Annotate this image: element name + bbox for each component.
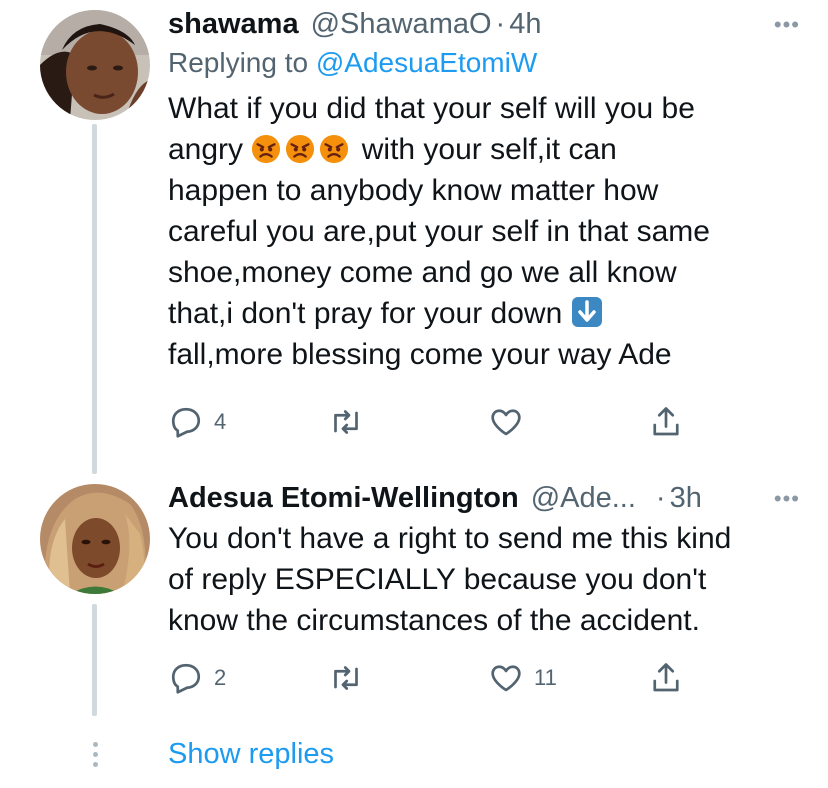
tweet-line: What if you did that your self will you … [168, 92, 695, 125]
replying-prefix: Replying to [168, 47, 309, 78]
separator: · [495, 8, 506, 40]
retweet-button[interactable] [328, 660, 364, 696]
share-icon [648, 404, 684, 440]
tweet-line: shoe,money come and go we all know [168, 256, 677, 289]
reply-icon [168, 404, 204, 440]
separator: · [655, 482, 666, 514]
thread-line [92, 604, 97, 716]
avatar[interactable] [40, 484, 150, 594]
author-name[interactable]: shawama [168, 6, 299, 42]
author-handle[interactable]: @ShawamaO [311, 6, 492, 42]
thread-line [92, 124, 97, 474]
tweet-line: careful you are,put your self in that sa… [168, 215, 710, 248]
more-options-icon[interactable]: ••• [774, 12, 800, 38]
like-button[interactable] [488, 404, 534, 440]
tweet-line: that,i don't pray for your down [168, 293, 800, 334]
reply-count: 2 [214, 665, 227, 690]
replying-handle-link[interactable]: @AdesuaEtomiW [316, 47, 537, 78]
tweet-header: Adesua Etomi-Wellington @Ade... · 3h [168, 480, 800, 516]
heart-icon [488, 404, 524, 440]
tweet-text: You don't have a right to send me this k… [168, 518, 800, 641]
angry-face-icon [251, 134, 281, 164]
retweet-icon [328, 660, 364, 696]
down-arrow-icon [571, 296, 603, 328]
tweet-line: angry with your self,it can [168, 133, 617, 166]
angry-face-icon [285, 134, 315, 164]
tweet-line: fall,more blessing come your way Ade [168, 338, 672, 371]
thread-continuation-dots [91, 742, 99, 772]
author-handle[interactable]: @Ade... [531, 480, 636, 516]
reply-icon [168, 660, 204, 696]
tweet[interactable]: Adesua Etomi-Wellington @Ade... · 3h •••… [168, 480, 800, 641]
retweet-button[interactable] [328, 404, 364, 440]
avatar[interactable] [40, 10, 150, 120]
reply-button[interactable]: 2 [168, 660, 226, 696]
tweet-line: of reply ESPECIALLY because you don't [168, 563, 707, 596]
replying-to: Replying to @AdesuaEtomiW [168, 46, 800, 80]
more-options-icon[interactable]: ••• [774, 486, 800, 512]
tweet-actions: 4 [168, 404, 688, 444]
retweet-icon [328, 404, 364, 440]
tweet-line: You don't have a right to send me this k… [168, 522, 732, 555]
timestamp[interactable]: 4h [509, 6, 541, 42]
tweet-text: What if you did that your self will you … [168, 88, 800, 375]
angry-face-icon [319, 134, 349, 164]
like-button[interactable]: 11 [488, 660, 557, 696]
show-replies-link[interactable]: Show replies [168, 738, 334, 771]
tweet[interactable]: shawama @ShawamaO · 4h ••• Replying to @… [168, 6, 800, 375]
timestamp[interactable]: 3h [670, 480, 702, 516]
author-name[interactable]: Adesua Etomi-Wellington [168, 480, 519, 516]
tweet-line: happen to anybody know matter how [168, 174, 659, 207]
share-icon [648, 660, 684, 696]
reply-button[interactable]: 4 [168, 404, 226, 440]
tweet-actions: 2 11 [168, 660, 688, 700]
share-button[interactable] [648, 404, 684, 440]
like-count: 11 [534, 665, 557, 690]
tweet-header: shawama @ShawamaO · 4h [168, 6, 800, 42]
share-button[interactable] [648, 660, 684, 696]
tweet-line: know the circumstances of the accident. [168, 604, 700, 637]
heart-icon [488, 660, 524, 696]
reply-count: 4 [214, 409, 227, 434]
